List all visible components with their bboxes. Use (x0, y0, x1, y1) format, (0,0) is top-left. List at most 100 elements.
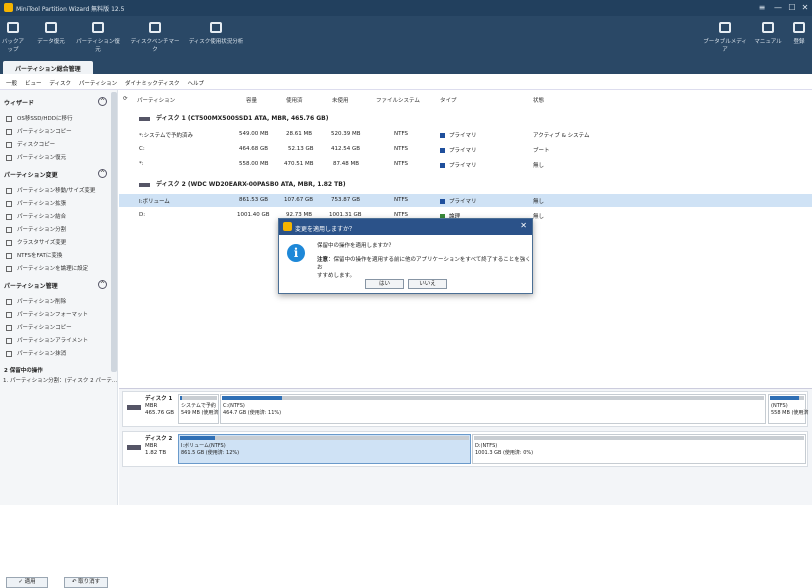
no-button[interactable]: いいえ (408, 279, 447, 289)
col-partition[interactable]: パーティション (137, 96, 175, 104)
sidebar-item-delete[interactable]: パーティション削除 (6, 297, 66, 305)
dialog-note: 注意：保留中の操作を適用する前に他のアプリケーションをすべて終了することを強くお… (317, 257, 531, 279)
backup-icon (7, 22, 19, 33)
undo-button[interactable]: ↶ 取り消す (64, 577, 108, 588)
manual-icon (762, 22, 774, 33)
sidebar: ウィザード ^ OS移SSD/HDDに移行 パーティションコピー ディスクコピー … (0, 90, 118, 588)
data-recovery-icon (45, 22, 57, 33)
apply-changes-dialog: 変更を適用しますか？ ✕ i 保留中の操作を適用しますか？ 注意：保留中の操作を… (278, 218, 533, 294)
menu-view[interactable]: ビュー (25, 79, 42, 87)
dialog-title: 変更を適用しますか？ (295, 226, 356, 233)
sidebar-item-merge[interactable]: パーティション結合 (6, 212, 66, 220)
menu-general[interactable]: 一般 (6, 79, 17, 87)
col-used[interactable]: 使用済 (286, 96, 303, 104)
disk-benchmark-icon (149, 22, 161, 33)
apply-button[interactable]: ✓ 適用 (6, 577, 48, 588)
resize-icon (6, 187, 12, 194)
menu-disk[interactable]: ディスク (49, 79, 71, 87)
align-icon (6, 337, 12, 344)
bootable-media-icon (719, 22, 731, 33)
cluster-icon (6, 239, 12, 246)
convert-icon (6, 252, 12, 259)
col-type[interactable]: タイプ (440, 96, 457, 104)
sidebar-item-copy-disk[interactable]: ディスクコピー (6, 140, 55, 148)
dialog-close-icon[interactable]: ✕ (520, 221, 527, 230)
col-capacity[interactable]: 容量 (246, 96, 257, 104)
register-button[interactable]: 登録 (788, 20, 810, 45)
col-filesystem[interactable]: ファイルシステム (376, 96, 420, 104)
table-row[interactable]: C: 464.68 GB 52.13 GB 412.54 GB NTFS プライ… (119, 143, 812, 156)
sidebar-item-copy[interactable]: パーティションコピー (6, 323, 72, 331)
collapse-icon[interactable]: ^ (98, 169, 107, 178)
wizard-section[interactable]: ウィザード ^ (4, 97, 107, 107)
sidebar-scrollbar[interactable] (111, 92, 117, 372)
sidebar-item-wipe[interactable]: パーティション抹消 (6, 349, 66, 357)
yes-button[interactable]: はい (365, 279, 404, 289)
menu-help[interactable]: ヘルプ (187, 79, 204, 87)
sidebar-item-migrate-os[interactable]: OS移SSD/HDDに移行 (6, 114, 73, 122)
backup-button[interactable]: バックアップ (0, 20, 26, 53)
partition-block[interactable]: D:(NTFS) 1001.3 GB (使用済: 0%) (472, 434, 806, 464)
toolbar: バックアップ データ復元 パーティション復元 ディスクベンチマーク ディスク使用… (0, 16, 812, 56)
manage-section[interactable]: パーティション管理 ^ (4, 280, 107, 290)
disk2-header[interactable]: ディスク 2 (WDC WD20EARX-00PASB0 ATA, MBR, 1… (139, 179, 346, 188)
maximize-button[interactable]: ☐ (786, 2, 798, 14)
sidebar-item-cluster-size[interactable]: クラスタサイズ変更 (6, 238, 66, 246)
sidebar-item-align[interactable]: パーティションアライメント (6, 336, 88, 344)
partition-block[interactable]: システムで予約 549 MB (使用済 (178, 394, 219, 424)
tab-partition-management[interactable]: パーティション総合管理 (3, 61, 93, 74)
disk1-map[interactable]: ディスク 1 MBR 465.76 GB システムで予約 549 MB (使用済 C:… (122, 391, 808, 427)
close-button[interactable]: ✕ (799, 2, 811, 14)
bootable-media-button[interactable]: ブータブルメディア (702, 20, 748, 53)
col-status[interactable]: 状態 (533, 96, 544, 104)
space-analyzer-button[interactable]: ディスク使用状況分析 (186, 20, 246, 45)
sidebar-item-ntfs-to-fat[interactable]: NTFSをFATに変換 (6, 251, 62, 259)
menu-partition[interactable]: パーティション (79, 79, 117, 87)
minimize-button[interactable]: — (772, 2, 784, 14)
logical-icon (6, 265, 12, 272)
manual-button[interactable]: マニュアル (754, 20, 782, 45)
disk1-header[interactable]: ディスク 1 (CT500MX500SSD1 ATA, MBR, 465.76 … (139, 113, 329, 122)
partition-block-selected[interactable]: I:ボリューム(NTFS) 861.5 GB (使用済: 12%) (178, 434, 471, 464)
primary-icon (440, 133, 445, 138)
partition-recovery-button[interactable]: パーティション復元 (74, 20, 122, 53)
data-recovery-button[interactable]: データ復元 (34, 20, 68, 45)
sidebar-item-move-resize[interactable]: パーティション移動/サイズ変更 (6, 186, 95, 194)
col-unused[interactable]: 未使用 (332, 96, 349, 104)
table-row[interactable]: *:システムで予約済み 549.00 MB 28.61 MB 520.39 MB… (119, 128, 812, 141)
table-row-selected[interactable]: I:ボリューム 861.53 GB 107.67 GB 753.87 GB NT… (119, 194, 812, 207)
sidebar-item-partition-recovery[interactable]: パーティション復元 (6, 153, 66, 161)
sidebar-item-format[interactable]: パーティションフォーマット (6, 310, 88, 318)
collapse-icon[interactable]: ^ (98, 280, 107, 289)
sidebar-item-copy-partition[interactable]: パーティションコピー (6, 127, 72, 135)
disk1-style: MBR (145, 403, 158, 409)
primary-icon (440, 199, 445, 204)
collapse-icon[interactable]: ^ (98, 97, 107, 106)
disk-benchmark-button[interactable]: ディスクベンチマーク (128, 20, 182, 53)
primary-icon (440, 148, 445, 153)
partition-block[interactable]: (NTFS) 558 MB (使用済 (768, 394, 808, 424)
pending-section: 2 保留中の操作 (4, 368, 43, 374)
app-logo-icon (4, 3, 13, 12)
window-title: MiniTool Partition Wizard 無料版 12.5 (16, 6, 125, 13)
disk-copy-icon (6, 141, 12, 148)
sidebar-item-split[interactable]: パーティション分割 (6, 225, 66, 233)
partition-recovery-icon (92, 22, 104, 33)
disk-map: ディスク 1 MBR 465.76 GB システムで予約 549 MB (使用済 C:… (119, 388, 812, 505)
pending-item[interactable]: 1. パーティション分割：(ディスク 2 パーテ... (3, 376, 117, 384)
refresh-icon[interactable]: ⟳ (123, 96, 128, 102)
table-row[interactable]: *: 558.00 MB 470.51 MB 87.48 MB NTFS プライ… (119, 158, 812, 171)
menu-icon[interactable]: ≡ (756, 2, 768, 14)
menu-bar: 一般 ビュー ディスク パーティション ダイナミックディスク ヘルプ (0, 74, 812, 90)
sidebar-item-set-logical[interactable]: パーティションを論理に設定 (6, 264, 88, 272)
disk2-map[interactable]: ディスク 2 MBR 1.82 TB I:ボリューム(NTFS) 861.5 GB (… (122, 431, 808, 467)
hard-disk-icon (139, 116, 150, 121)
hard-disk-icon (127, 445, 141, 450)
menu-dynamic-disk[interactable]: ダイナミックディスク (125, 79, 180, 87)
space-analyzer-icon (210, 22, 222, 33)
wipe-icon (6, 350, 12, 357)
split-icon (6, 226, 12, 233)
change-section[interactable]: パーティション変更 ^ (4, 169, 107, 179)
partition-block[interactable]: C:(NTFS) 464.7 GB (使用済: 11%) (220, 394, 766, 424)
sidebar-item-extend[interactable]: パーティション拡張 (6, 199, 66, 207)
